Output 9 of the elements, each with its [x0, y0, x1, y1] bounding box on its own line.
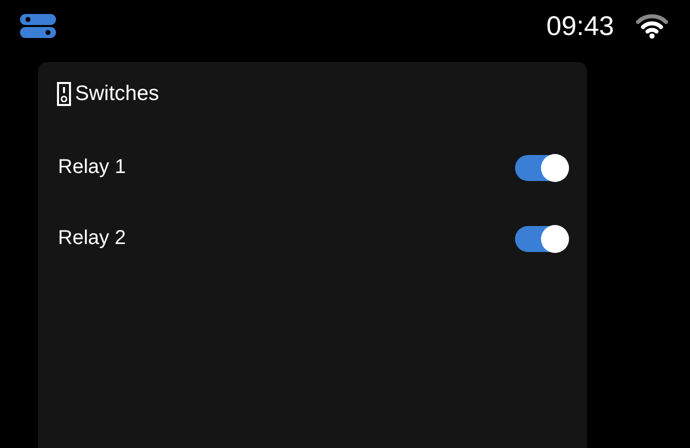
toggle-switch[interactable] — [515, 154, 569, 180]
card-title: Switches — [75, 82, 160, 106]
switch-label: Relay 1 — [58, 156, 127, 179]
switch-icon — [57, 82, 71, 106]
toggle-switch[interactable] — [515, 226, 569, 252]
switch-label: Relay 2 — [58, 227, 127, 250]
wifi-icon — [636, 13, 668, 39]
clock-time: 09:43 — [546, 10, 614, 42]
toggles-icon[interactable] — [20, 14, 56, 38]
